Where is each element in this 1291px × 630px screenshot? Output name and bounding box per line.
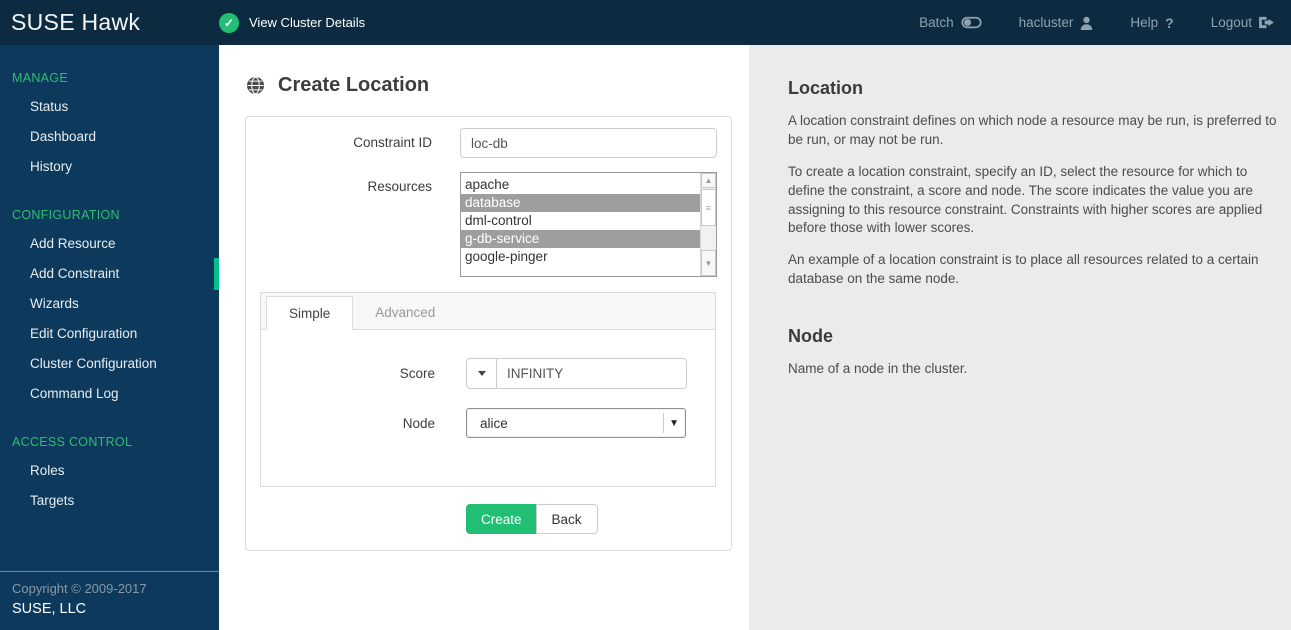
globe-icon: [246, 76, 265, 95]
score-input[interactable]: [497, 358, 687, 389]
logout-button[interactable]: Logout: [1211, 15, 1274, 30]
help-paragraph: An example of a location constraint is t…: [788, 252, 1259, 287]
resource-option[interactable]: dml-control: [461, 212, 700, 230]
brand-logo[interactable]: SUSE Hawk: [0, 9, 219, 36]
sidebar-section-title: MANAGE: [12, 71, 68, 85]
sidebar-section-access-control: ACCESS CONTROL Roles Targets: [0, 435, 219, 516]
help-node-text: Name of a node in the cluster.: [788, 361, 968, 377]
logout-icon: [1259, 16, 1274, 29]
node-select[interactable]: alice ▼: [466, 408, 686, 438]
app-header: SUSE Hawk ✓ View Cluster Details Batch h…: [0, 0, 1291, 45]
score-label: Score: [399, 366, 435, 381]
help-menu[interactable]: Help ?: [1130, 15, 1173, 31]
resource-option[interactable]: google-pinger: [461, 248, 700, 266]
caret-down-icon: [477, 371, 486, 376]
sidebar: MANAGE Status Dashboard History CONFIGUR…: [0, 45, 219, 630]
sidebar-section-configuration: CONFIGURATION Add Resource Add Constrain…: [0, 208, 219, 409]
help-location-title: Location: [788, 78, 863, 98]
page-title-text: Create Location: [278, 74, 430, 96]
copyright-text: Copyright © 2009-2017: [12, 581, 147, 596]
sidebar-item-cluster-configuration[interactable]: Cluster Configuration: [0, 349, 219, 379]
sidebar-item-command-log[interactable]: Command Log: [0, 379, 219, 409]
sidebar-item-add-resource[interactable]: Add Resource: [0, 229, 219, 259]
back-button[interactable]: Back: [535, 504, 598, 534]
sidebar-item-add-constraint[interactable]: Add Constraint: [0, 258, 219, 290]
constraint-id-label: Constraint ID: [353, 135, 432, 150]
tab-simple[interactable]: Simple: [266, 296, 354, 330]
batch-button[interactable]: Batch: [919, 15, 982, 30]
caret-down-icon: ▼: [663, 413, 685, 433]
sidebar-footer: Copyright © 2009-2017 SUSE, LLC: [0, 571, 219, 630]
resources-scrollbar[interactable]: ▲ ≡ ▼: [700, 173, 716, 276]
sidebar-section-title: CONFIGURATION: [12, 208, 120, 222]
company-name: SUSE, LLC: [12, 601, 87, 617]
help-node-title: Node: [788, 326, 833, 347]
logout-label: Logout: [1210, 15, 1252, 30]
scrollbar-up-button[interactable]: ▲: [701, 173, 716, 188]
help-label: Help: [1130, 15, 1159, 30]
cluster-status-link[interactable]: ✓ View Cluster Details: [219, 12, 366, 33]
main-content: Create Location Constraint ID Resources …: [219, 45, 749, 630]
help-paragraph: A location constraint defines on which n…: [788, 113, 1277, 147]
username-label: hacluster: [1018, 15, 1074, 30]
node-select-value: alice: [480, 415, 508, 431]
constraint-id-input[interactable]: [460, 128, 717, 158]
batch-label: Batch: [919, 15, 954, 30]
resources-select[interactable]: apache database dml-control g-db-service…: [460, 172, 717, 277]
sidebar-section-title: ACCESS CONTROL: [12, 435, 133, 449]
check-circle-icon: ✓: [219, 12, 239, 33]
sidebar-section-manage: MANAGE Status Dashboard History: [0, 71, 219, 182]
resources-label: Resources: [367, 179, 432, 194]
tab-strip: Simple Advanced: [261, 293, 715, 330]
sidebar-item-targets[interactable]: Targets: [0, 486, 219, 516]
form-actions: Create Back: [466, 504, 717, 534]
cluster-status-label: View Cluster Details: [249, 15, 366, 30]
sidebar-item-roles[interactable]: Roles: [0, 456, 219, 486]
sidebar-item-edit-configuration[interactable]: Edit Configuration: [0, 319, 219, 349]
resource-option[interactable]: database: [461, 194, 700, 212]
constraint-tabs-panel: Simple Advanced Score Node alice: [260, 292, 716, 487]
toggle-icon: [961, 16, 982, 29]
score-dropdown-button[interactable]: [466, 358, 497, 389]
resources-option-list: apache database dml-control g-db-service…: [461, 173, 700, 276]
header-nav: Batch hacluster Help ? Logout: [919, 15, 1291, 31]
resource-option[interactable]: g-db-service: [461, 230, 700, 248]
create-button[interactable]: Create: [466, 504, 537, 534]
sidebar-item-wizards[interactable]: Wizards: [0, 289, 219, 319]
sidebar-item-history[interactable]: History: [0, 152, 219, 182]
page-title: Create Location: [246, 74, 749, 97]
user-icon: [1080, 16, 1093, 30]
help-icon: ?: [1165, 14, 1174, 31]
constraint-form-card: Constraint ID Resources apache database …: [245, 116, 732, 551]
sidebar-item-dashboard[interactable]: Dashboard: [0, 122, 219, 152]
node-label: Node: [402, 416, 435, 431]
resource-option[interactable]: apache: [461, 176, 700, 194]
user-menu[interactable]: hacluster: [1019, 15, 1094, 30]
help-panel: Location A location constraint defines o…: [749, 45, 1291, 630]
scrollbar-down-button[interactable]: ▼: [701, 250, 716, 276]
tab-content-simple: Score Node alice ▼: [261, 330, 715, 439]
tab-advanced[interactable]: Advanced: [353, 296, 457, 329]
scrollbar-thumb[interactable]: ≡: [701, 189, 716, 226]
sidebar-item-status[interactable]: Status: [0, 92, 219, 122]
help-paragraph: To create a location constraint, specify…: [788, 163, 1263, 236]
score-field-group: [466, 358, 687, 389]
